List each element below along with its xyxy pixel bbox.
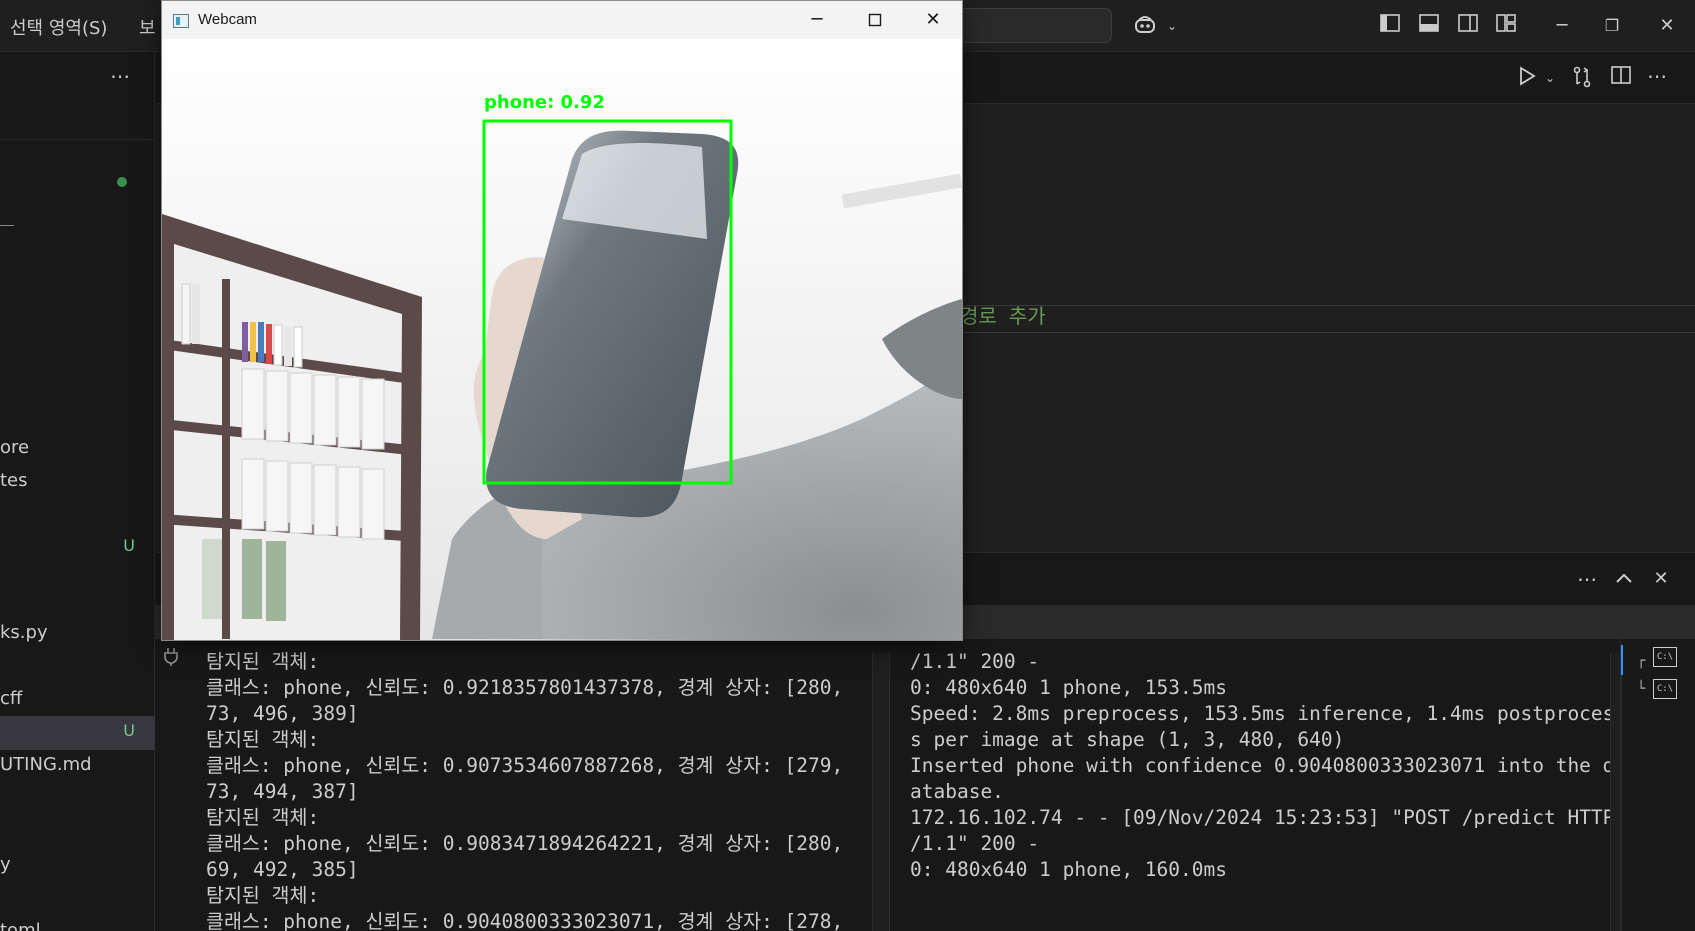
terminal-line: 탐지된 객체: <box>206 884 320 907</box>
terminal-line: s per image at shape (1, 3, 480, 640) <box>910 728 1345 751</box>
file-label: ore <box>0 437 30 458</box>
customize-layout-icon[interactable] <box>1494 14 1518 38</box>
window-minimize-icon[interactable]: ─ <box>1550 14 1574 38</box>
terminal-line: 클래스: phone, 신뢰도: 0.9040800333023071, 경계 … <box>206 910 844 931</box>
toggle-secondary-sidebar-icon[interactable] <box>1456 14 1480 38</box>
terminal-line: 69, 492, 385] <box>206 858 359 881</box>
file-label: ks.py <box>0 622 48 643</box>
modified-dot-icon <box>117 177 127 187</box>
webcam-titlebar[interactable]: Webcam ─ ✕ <box>162 1 962 39</box>
webcam-window[interactable]: Webcam ─ ✕ phone: 0.92 <box>161 0 963 641</box>
terminal-line: Speed: 2.8ms preprocess, 153.5ms inferen… <box>910 702 1610 725</box>
more-actions-icon[interactable]: ⋯ <box>110 64 130 88</box>
file-item[interactable]: toml <box>0 920 41 931</box>
tree-branch-icon: ┌ <box>1637 653 1646 669</box>
file-item-selected[interactable]: U <box>0 716 155 750</box>
explorer-header: ⋯ <box>0 52 155 140</box>
terminal-line: 탐지된 객체: <box>206 650 320 673</box>
terminal-line: Inserted phone with confidence 0.9040800… <box>910 754 1610 777</box>
plug-icon <box>163 647 181 669</box>
camera-frame-image <box>162 39 962 640</box>
tree-branch-icon: └ <box>1637 681 1646 697</box>
file-item[interactable]: ore <box>0 437 29 458</box>
terminal-gutter <box>155 639 190 931</box>
active-terminal-indicator <box>1621 645 1623 675</box>
file-label: cff <box>0 688 23 709</box>
file-label: y <box>0 854 11 875</box>
cmd-terminal-icon[interactable]: C:\ <box>1653 647 1677 667</box>
menu-selection[interactable]: 선택 영역(S) <box>10 14 107 40</box>
chevron-down-icon[interactable]: ⌄ <box>1160 14 1184 38</box>
cmd-terminal-icon[interactable]: C:\ <box>1653 679 1677 699</box>
terminal-output: 탐지된 객체: 클래스: phone, 신뢰도: 0.9218357801437… <box>206 649 843 931</box>
terminal-line: 탐지된 객체: <box>206 806 320 829</box>
git-untracked-badge: U <box>123 536 135 555</box>
close-icon[interactable]: ✕ <box>904 1 962 39</box>
terminal-line: 0: 480x640 1 phone, 153.5ms <box>910 676 1227 699</box>
webcam-feed: phone: 0.92 <box>162 39 962 640</box>
terminal-line: 172.16.102.74 - - [09/Nov/2024 15:23:53]… <box>910 806 1610 829</box>
file-label: UTING.md <box>0 754 92 775</box>
close-panel-icon[interactable]: ✕ <box>1649 567 1673 591</box>
terminal-line: 클래스: phone, 신뢰도: 0.9073534607887268, 경계 … <box>206 754 844 777</box>
file-item[interactable]: ks.py <box>0 622 48 643</box>
current-line-highlight <box>945 305 1695 333</box>
run-icon[interactable] <box>1515 66 1539 90</box>
copilot-icon[interactable] <box>1128 14 1162 38</box>
terminal-line: 탐지된 객체: <box>206 728 320 751</box>
terminal-line: 0: 480x640 1 phone, 160.0ms <box>910 858 1227 881</box>
terminal-right[interactable]: /1.1" 200 - 0: 480x640 1 phone, 153.5ms … <box>910 639 1610 931</box>
file-item[interactable]: cff <box>0 688 22 709</box>
file-label: tes <box>0 470 28 491</box>
split-editor-icon[interactable] <box>1609 66 1633 90</box>
toggle-panel-icon[interactable] <box>1417 14 1441 38</box>
desktop: 선택 영역(S) 보 ⌄ ─ ❐ ✕ ⋯ ore tes U ks.py cff… <box>0 0 1695 931</box>
app-icon <box>173 13 189 28</box>
compare-changes-icon[interactable] <box>1570 66 1594 90</box>
minimize-icon[interactable]: ─ <box>788 1 846 39</box>
window-restore-icon[interactable]: ❐ <box>1600 14 1624 38</box>
explorer-sidebar: ⋯ ore tes U ks.py cff U UTING.md y toml … <box>0 52 155 931</box>
terminal-line: 73, 496, 389] <box>206 702 359 725</box>
terminal-split-divider[interactable] <box>872 653 890 931</box>
menu-view[interactable]: 보 <box>139 14 156 40</box>
maximize-panel-icon[interactable] <box>1612 567 1636 591</box>
code-comment[interactable]: 경로 추가 <box>960 300 1046 329</box>
terminal-line: 클래스: phone, 신뢰도: 0.9218357801437378, 경계 … <box>206 676 844 699</box>
file-item[interactable]: U <box>0 536 155 560</box>
command-center[interactable] <box>940 8 1112 43</box>
file-item[interactable]: UTING.md <box>0 754 92 775</box>
maximize-icon[interactable] <box>846 1 904 39</box>
detection-label: phone: 0.92 <box>484 92 605 113</box>
more-actions-icon[interactable]: ⋯ <box>1645 64 1669 88</box>
file-label: toml <box>0 920 41 931</box>
terminal-line: /1.1" 200 - <box>910 650 1040 673</box>
terminal-line: atabase. <box>910 780 1004 803</box>
terminal-output: /1.1" 200 - 0: 480x640 1 phone, 153.5ms … <box>910 649 1610 883</box>
terminal-left[interactable]: 탐지된 객체: 클래스: phone, 신뢰도: 0.9218357801437… <box>190 639 855 931</box>
tree-indent-line <box>0 225 14 226</box>
more-actions-icon[interactable]: ⋯ <box>1575 567 1599 591</box>
git-untracked-badge: U <box>123 721 135 740</box>
webcam-title: Webcam <box>198 11 257 28</box>
terminal-line: 73, 494, 387] <box>206 780 359 803</box>
chevron-down-icon[interactable]: ⌄ <box>1538 66 1562 90</box>
file-item[interactable]: tes <box>0 470 28 491</box>
window-close-icon[interactable]: ✕ <box>1655 14 1679 38</box>
terminal-line: 클래스: phone, 신뢰도: 0.9083471894264221, 경계 … <box>206 832 844 855</box>
terminal-line: /1.1" 200 - <box>910 832 1040 855</box>
toggle-primary-sidebar-icon[interactable] <box>1378 14 1402 38</box>
terminal-list: ┌ C:\ └ C:\ <box>1620 639 1695 931</box>
file-item[interactable]: y <box>0 854 11 875</box>
